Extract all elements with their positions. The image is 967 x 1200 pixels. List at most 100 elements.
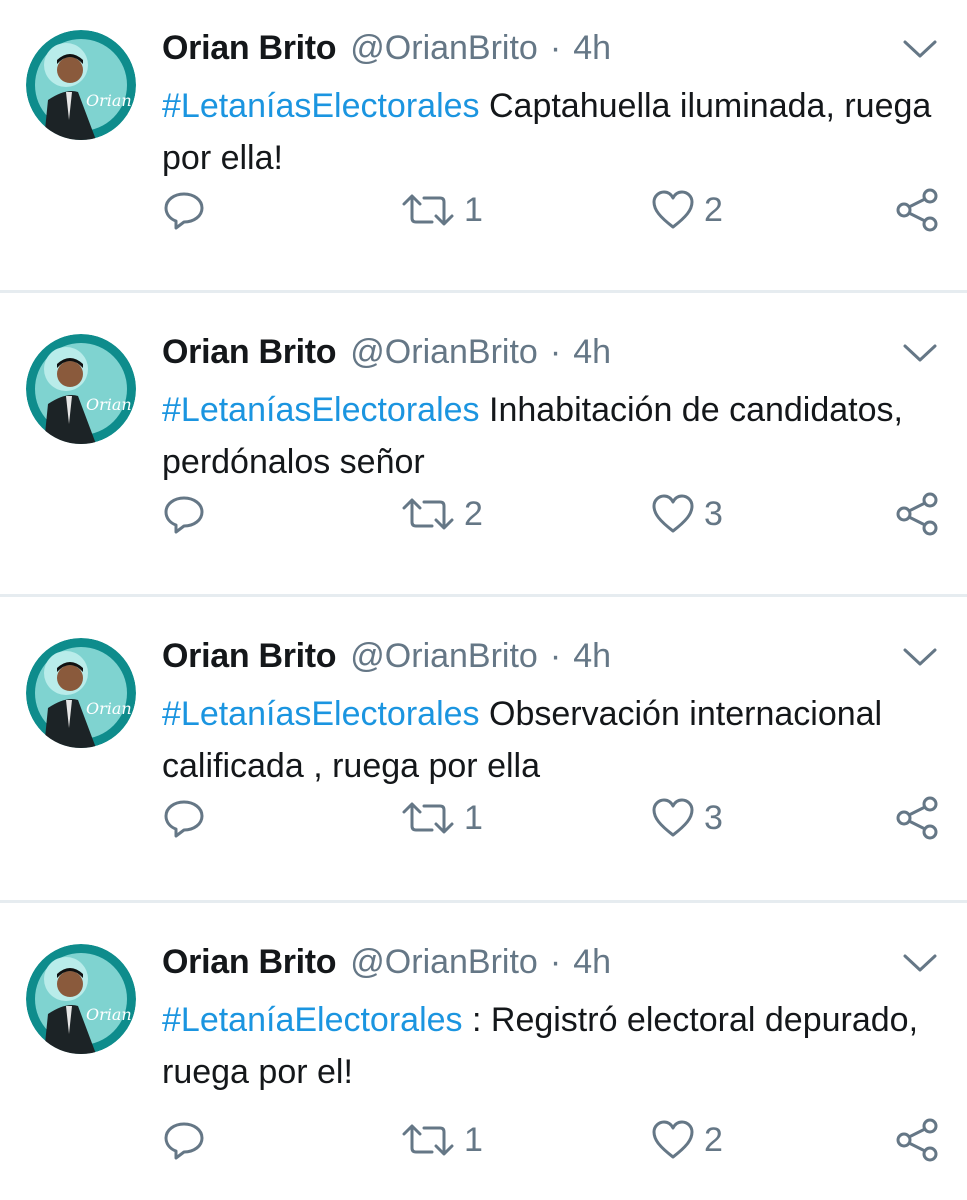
tweet[interactable]: Orian Orian Brito @OrianBrito · 4h #Leta…	[0, 304, 967, 608]
reply-icon	[164, 800, 204, 838]
author-name[interactable]: Orian Brito	[162, 333, 337, 372]
timestamp[interactable]: 4h	[573, 29, 611, 68]
share-button[interactable]	[892, 484, 942, 544]
tweet-header: Orian Brito @OrianBrito · 4h	[162, 26, 611, 70]
heart-icon	[652, 190, 694, 229]
chevron-down-icon	[903, 40, 937, 58]
like-button[interactable]: 3	[650, 788, 723, 848]
retweet-icon	[402, 1124, 454, 1156]
separator-dot: ·	[549, 28, 562, 67]
separator-dot: ·	[549, 942, 562, 981]
share-button[interactable]	[892, 1110, 942, 1170]
more-options-button[interactable]	[900, 948, 940, 978]
more-options-button[interactable]	[900, 338, 940, 368]
heart-icon	[652, 798, 694, 837]
avatar-image: Orian	[26, 944, 136, 1054]
tweet-text: #LetaníaElectorales : Registró electoral…	[162, 994, 952, 1098]
timeline: Orian Orian Brito @OrianBrito · 4h #Leta…	[0, 0, 967, 1200]
share-button[interactable]	[892, 788, 942, 848]
retweet-count: 1	[464, 798, 483, 837]
tweet-divider	[0, 900, 967, 903]
tweet-text: #LetaníasElectorales Captahuella ilumina…	[162, 80, 952, 184]
reply-button[interactable]	[162, 788, 206, 848]
avatar[interactable]: Orian	[26, 638, 136, 748]
chevron-down-icon	[903, 954, 937, 972]
tweet[interactable]: Orian Orian Brito @OrianBrito · 4h #Leta…	[0, 0, 967, 304]
author-handle[interactable]: @OrianBrito	[350, 637, 538, 676]
author-name[interactable]: Orian Brito	[162, 943, 337, 982]
reply-icon	[164, 496, 204, 534]
hashtag-link[interactable]: #LetaníasElectorales	[162, 87, 480, 125]
reply-icon	[164, 1122, 204, 1160]
hashtag-link[interactable]: #LetaníasElectorales	[162, 391, 480, 429]
retweet-button[interactable]: 1	[400, 788, 483, 848]
retweet-icon	[402, 802, 454, 834]
retweet-button[interactable]: 2	[400, 484, 483, 544]
retweet-icon	[402, 194, 454, 226]
author-handle[interactable]: @OrianBrito	[350, 29, 538, 68]
tweet-text: #LetaníasElectorales Observación interna…	[162, 688, 952, 792]
reply-button[interactable]	[162, 1110, 206, 1170]
tweet-header: Orian Brito @OrianBrito · 4h	[162, 634, 611, 678]
more-options-button[interactable]	[900, 642, 940, 672]
tweet-header: Orian Brito @OrianBrito · 4h	[162, 940, 611, 984]
retweet-count: 1	[464, 1120, 483, 1159]
retweet-button[interactable]: 1	[400, 1110, 483, 1170]
svg-text:Orian: Orian	[86, 1005, 132, 1024]
hashtag-link[interactable]: #LetaníasElectorales	[162, 695, 480, 733]
author-handle[interactable]: @OrianBrito	[350, 333, 538, 372]
heart-icon	[652, 494, 694, 533]
reply-button[interactable]	[162, 484, 206, 544]
avatar-image: Orian	[26, 334, 136, 444]
separator-dot: ·	[549, 332, 562, 371]
retweet-count: 2	[464, 494, 483, 533]
retweet-button[interactable]: 1	[400, 180, 483, 240]
avatar[interactable]: Orian	[26, 944, 136, 1054]
tweet-actions: 2 3	[0, 484, 967, 544]
tweet-actions: 1 2	[0, 1110, 967, 1170]
timestamp[interactable]: 4h	[573, 333, 611, 372]
tweet-divider	[0, 594, 967, 597]
like-count: 3	[704, 798, 723, 837]
tweet-header: Orian Brito @OrianBrito · 4h	[162, 330, 611, 374]
like-count: 2	[704, 1120, 723, 1159]
share-icon	[896, 1118, 938, 1162]
tweet-actions: 1 2	[0, 180, 967, 240]
separator-dot: ·	[549, 636, 562, 675]
tweet[interactable]: Orian Orian Brito @OrianBrito · 4h #Leta…	[0, 914, 967, 1200]
like-button[interactable]: 3	[650, 484, 723, 544]
like-button[interactable]: 2	[650, 180, 723, 240]
like-count: 3	[704, 494, 723, 533]
avatar[interactable]: Orian	[26, 30, 136, 140]
reply-button[interactable]	[162, 180, 206, 240]
more-options-button[interactable]	[900, 34, 940, 64]
tweet-divider	[0, 290, 967, 293]
like-count: 2	[704, 190, 723, 229]
tweet-text: #LetaníasElectorales Inhabitación de can…	[162, 384, 952, 488]
avatar-image: Orian	[26, 638, 136, 748]
retweet-count: 1	[464, 190, 483, 229]
svg-text:Orian: Orian	[86, 91, 132, 110]
tweet-actions: 1 3	[0, 788, 967, 848]
tweet[interactable]: Orian Orian Brito @OrianBrito · 4h #Leta…	[0, 608, 967, 912]
author-name[interactable]: Orian Brito	[162, 29, 337, 68]
author-name[interactable]: Orian Brito	[162, 637, 337, 676]
author-handle[interactable]: @OrianBrito	[350, 943, 538, 982]
retweet-icon	[402, 498, 454, 530]
svg-text:Orian: Orian	[86, 699, 132, 718]
timestamp[interactable]: 4h	[573, 637, 611, 676]
chevron-down-icon	[903, 648, 937, 666]
reply-icon	[164, 192, 204, 230]
share-button[interactable]	[892, 180, 942, 240]
share-icon	[896, 796, 938, 840]
like-button[interactable]: 2	[650, 1110, 723, 1170]
hashtag-link[interactable]: #LetaníaElectorales	[162, 1001, 463, 1039]
avatar[interactable]: Orian	[26, 334, 136, 444]
share-icon	[896, 188, 938, 232]
avatar-image: Orian	[26, 30, 136, 140]
chevron-down-icon	[903, 344, 937, 362]
heart-icon	[652, 1120, 694, 1159]
svg-text:Orian: Orian	[86, 395, 132, 414]
timestamp[interactable]: 4h	[573, 943, 611, 982]
share-icon	[896, 492, 938, 536]
